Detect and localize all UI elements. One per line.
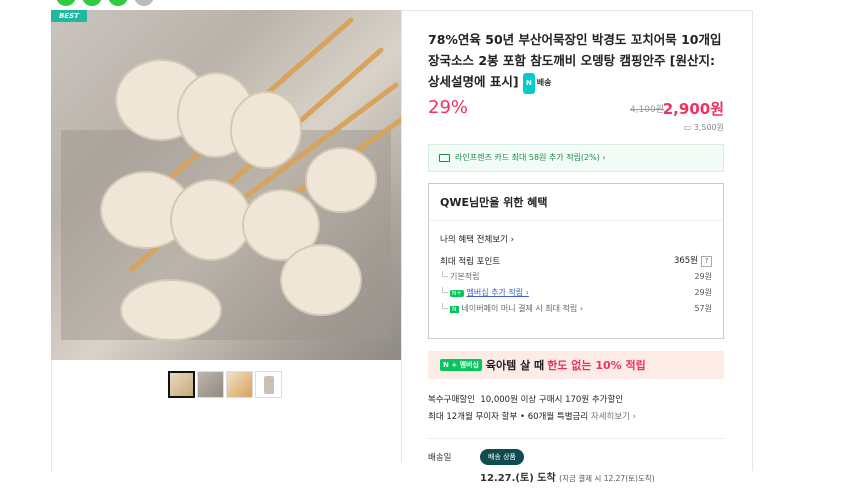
card-promo-banner[interactable]: 라인프렌즈 카드 최대 58원 추가 적립(2%) › [428, 143, 724, 172]
tab-dot [134, 0, 154, 6]
installment-text: 최대 12개월 무이자 할부 • 60개월 특별금리 [428, 411, 589, 422]
membership-points-link[interactable]: 멤버십 추가 적립 › [467, 288, 529, 297]
tab-dot [82, 0, 102, 6]
package-icon [263, 375, 274, 394]
product-title-text: 78%연육 50년 부산어묵장인 박경도 꼬치어묵 10개입 장국소스 2봉 포… [428, 32, 722, 89]
max-points-label: 최대 적립 포인트 [440, 256, 501, 267]
multi-purchase-discount: 복수구매할인 10,000원 이상 구매시 170원 추가할인 [428, 392, 724, 409]
delivery-tag-label: 배송 [536, 77, 552, 87]
credit-card-icon [439, 153, 450, 162]
max-points-row: 최대 적립 포인트 365원? [429, 253, 723, 269]
sub-price: ▭ 3,500원 [428, 122, 724, 133]
price-row: 29% 4,100원 2,900원 [428, 97, 724, 119]
naverpay-icon: N [450, 306, 459, 313]
benefit-box: QWE님만을 위한 혜택 나의 혜택 전체보기 › 최대 적립 포인트 365원… [428, 182, 724, 339]
divider [401, 10, 402, 462]
naver-plus-icon: N+ [450, 290, 464, 297]
tab-dot [108, 0, 128, 6]
arrival-date-text: 12.27.(토) 도착 [480, 472, 556, 484]
pay-icon: ▭ [683, 122, 694, 132]
discount-rate: 29% [428, 96, 469, 118]
view-all-benefits-link[interactable]: 나의 혜택 전체보기 › [429, 221, 723, 253]
top-tab-indicators [56, 0, 154, 6]
points-row-basic: 기본적립 29원 [429, 269, 723, 285]
naverpay-points-link[interactable]: 네이버페이 머니 결제 시 최대 적립 › [462, 304, 584, 313]
product-main-image[interactable]: BEST [51, 10, 401, 360]
help-icon[interactable]: ? [701, 256, 712, 267]
points-label: 기본적립 [440, 271, 479, 282]
shipping-badge: 배송 상품 [480, 448, 524, 465]
points-value: 57원 [694, 304, 712, 313]
delivery-tag: N 배송 [522, 72, 552, 94]
original-price: 4,100원 [629, 104, 664, 115]
delivery-icon: N [522, 72, 535, 94]
arrival-note: (지금 결제 시 12.27(토)도착) [559, 473, 655, 483]
multi-purchase-label: 복수구매할인 [428, 394, 475, 405]
installment-info: 최대 12개월 무이자 할부 • 60개월 특별금리 자세히보기 › [428, 409, 724, 426]
shipping-section: 배송일 배송 상품 12.27.(토) 도착 (지금 결제 시 12.27(토)… [428, 437, 724, 491]
thumbnail-strip [168, 371, 282, 398]
thumbnail-3[interactable] [226, 371, 253, 398]
card-promo-text: 라인프렌즈 카드 최대 58원 추가 적립(2%) › [455, 153, 606, 162]
points-value: 29원 [694, 272, 712, 281]
best-badge: BEST [51, 10, 87, 22]
points-value: 29원 [694, 288, 712, 297]
membership-promo-banner[interactable]: N + 멤버십 육아템 살 때 한도 없는 10% 적립 [428, 350, 724, 379]
product-title: 78%연육 50년 부산어묵장인 박경도 꼬치어묵 10개입 장국소스 2봉 포… [428, 29, 724, 94]
promo-text: 육아템 살 때 [485, 358, 545, 372]
shipping-label: 배송일 [428, 452, 452, 463]
multi-purchase-text: 10,000원 이상 구매시 170원 추가할인 [480, 394, 624, 405]
product-info-panel: 78%연육 50년 부산어묵장인 박경도 꼬치어묵 10개입 장국소스 2봉 포… [428, 10, 724, 491]
tab-dot [56, 0, 76, 6]
benefit-heading: QWE님만을 위한 혜택 [440, 195, 548, 209]
installment-details-link[interactable]: 자세히보기 › [591, 412, 636, 422]
thumbnail-4[interactable] [255, 371, 282, 398]
membership-badge: N + 멤버십 [440, 358, 482, 371]
thumbnail-1[interactable] [168, 371, 195, 398]
points-row-naverpay[interactable]: N 네이버페이 머니 결제 시 최대 적립 › 57원 [429, 301, 723, 317]
fishcake-skewer-illustration [61, 17, 401, 341]
arrival-date: 12.27.(토) 도착 (지금 결제 시 12.27(토)도착) [480, 469, 655, 484]
sale-price: 2,900원 [662, 99, 724, 118]
extra-discounts: 복수구매할인 10,000원 이상 구매시 170원 추가할인 최대 12개월 … [428, 392, 724, 426]
promo-highlight: 한도 없는 10% 적립 [547, 358, 646, 372]
max-points-value: 365원 [673, 256, 698, 266]
thumbnail-2[interactable] [197, 371, 224, 398]
sub-price-value: 3,500원 [693, 122, 724, 132]
points-row-membership[interactable]: N+ 멤버십 추가 적립 › 29원 [429, 285, 723, 301]
